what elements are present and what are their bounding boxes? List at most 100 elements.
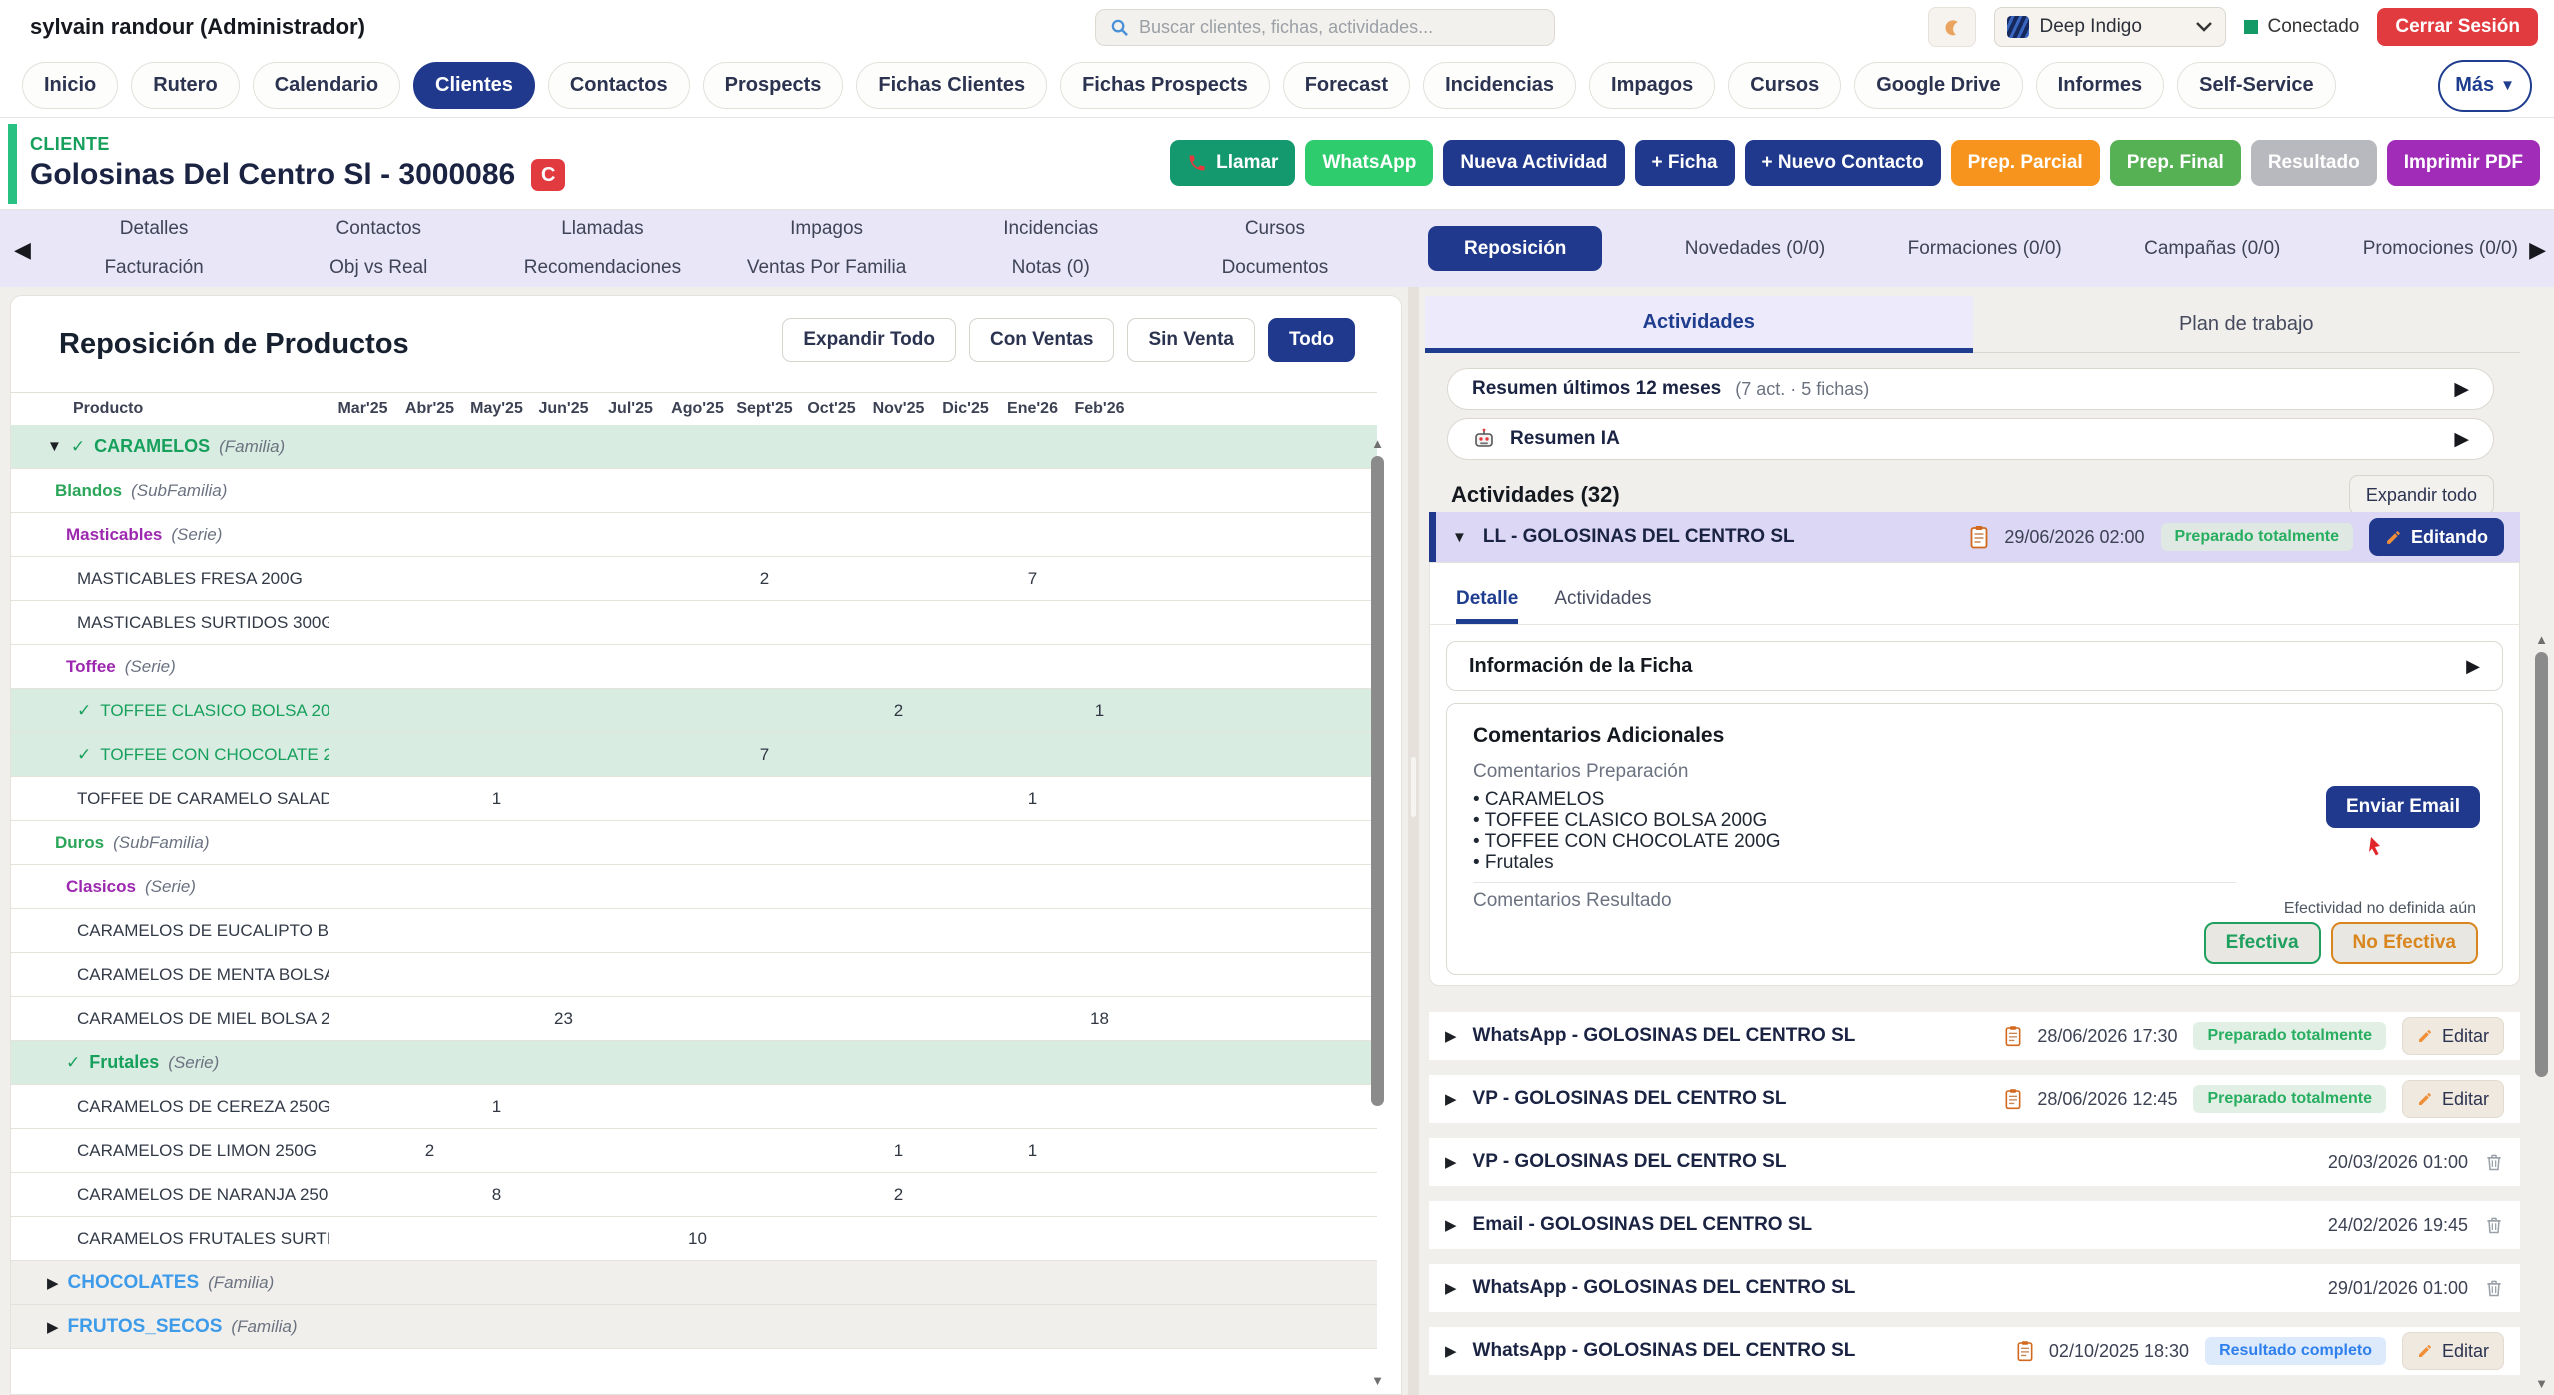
table-row-toffee[interactable]: Toffee(Serie) [11, 645, 1377, 689]
scroll-right-icon[interactable]: ▶ [2529, 237, 2546, 263]
edit-button[interactable]: Editar [2402, 1080, 2504, 1118]
nav-item-impagos[interactable]: Impagos [1589, 62, 1715, 109]
table-row-masticables[interactable]: Masticables(Serie) [11, 513, 1377, 557]
table-row-masticables-fresa-200g[interactable]: MASTICABLES FRESA 200G27 [11, 557, 1377, 601]
collapse-arrow-icon[interactable]: ▼ [47, 438, 62, 455]
send-email-button[interactable]: Enviar Email [2326, 786, 2480, 828]
table-row-frutales[interactable]: ✓Frutales(Serie) [11, 1041, 1377, 1085]
nav-item-cursos[interactable]: Cursos [1728, 62, 1841, 109]
panel-divider[interactable] [1408, 287, 1419, 1395]
client-tab-impagos[interactable]: Impagos [790, 218, 863, 240]
table-scrollbar[interactable]: ▲ ▼ [1370, 436, 1385, 1388]
table-row-caramelos[interactable]: ▼✓CARAMELOS(Familia) [11, 425, 1377, 469]
table-row-caramelos-frutales-surtid[interactable]: CARAMELOS FRUTALES SURTID...10 [11, 1217, 1377, 1261]
nav-item-inicio[interactable]: Inicio [22, 62, 118, 109]
filter-sin-venta[interactable]: Sin Venta [1127, 318, 1255, 362]
table-row-chocolates[interactable]: ▶CHOCOLATES(Familia) [11, 1261, 1377, 1305]
client-tab-obj-vs-real[interactable]: Obj vs Real [329, 257, 427, 279]
nav-item-google-drive[interactable]: Google Drive [1854, 62, 2022, 109]
client-tab-recomendaciones[interactable]: Recomendaciones [524, 257, 681, 279]
prep-final-button[interactable]: Prep. Final [2110, 140, 2241, 186]
editing-button[interactable]: Editando [2369, 518, 2504, 556]
nav-item-prospects[interactable]: Prospects [703, 62, 844, 109]
scroll-down-icon[interactable]: ▼ [2534, 1376, 2549, 1391]
table-row-toffee-clasico-bolsa-200g[interactable]: ✓TOFFEE CLASICO BOLSA 200G21 [11, 689, 1377, 733]
nav-item-calendario[interactable]: Calendario [253, 62, 400, 109]
global-search[interactable] [1095, 9, 1555, 46]
edit-button[interactable]: Editar [2402, 1017, 2504, 1055]
expand-arrow-icon[interactable]: ▶ [2454, 428, 2469, 451]
table-row-toffee-con-chocolate-20[interactable]: ✓TOFFEE CON CHOCOLATE 20...7 [11, 733, 1377, 777]
table-row-caramelos-de-cereza-250g[interactable]: CARAMELOS DE CEREZA 250G1 [11, 1085, 1377, 1129]
expand-arrow-icon[interactable]: ▶ [47, 1318, 59, 1336]
activity-tab-promociones-0-0[interactable]: Promociones (0/0) [2363, 238, 2518, 260]
detail-tab-detalle[interactable]: Detalle [1456, 588, 1518, 624]
client-tab-contactos[interactable]: Contactos [335, 218, 421, 240]
logout-button[interactable]: Cerrar Sesión [2377, 8, 2538, 46]
summary-ia[interactable]: Resumen IA ▶ [1447, 418, 2494, 460]
trash-icon[interactable] [2484, 1214, 2504, 1236]
expand-arrow-icon[interactable]: ▶ [1445, 1153, 1457, 1171]
nav-item-rutero[interactable]: Rutero [131, 62, 239, 109]
nav-item-forecast[interactable]: Forecast [1283, 62, 1410, 109]
scroll-up-icon[interactable]: ▲ [2534, 632, 2549, 647]
prep-parcial-button[interactable]: Prep. Parcial [1951, 140, 2100, 186]
collapse-arrow-icon[interactable]: ▼ [1452, 529, 1467, 546]
client-tab-detalles[interactable]: Detalles [120, 218, 189, 240]
divider-grip[interactable] [1411, 757, 1416, 817]
not-effective-button[interactable]: No Efectiva [2331, 922, 2478, 964]
client-tab-ventas-por-familia[interactable]: Ventas Por Familia [747, 257, 906, 279]
table-row-duros[interactable]: Duros(SubFamilia) [11, 821, 1377, 865]
expand-arrow-icon[interactable]: ▶ [47, 1274, 59, 1292]
nuevo-contacto-button[interactable]: + Nuevo Contacto [1745, 140, 1941, 186]
whatsapp-button[interactable]: WhatsApp [1305, 140, 1433, 186]
filter-con-ventas[interactable]: Con Ventas [969, 318, 1114, 362]
table-row-caramelos-de-naranja-250g[interactable]: CARAMELOS DE NARANJA 250G82 [11, 1173, 1377, 1217]
client-tab-notas-0[interactable]: Notas (0) [1012, 257, 1090, 279]
search-input[interactable] [1139, 17, 1540, 38]
activity-tab-novedades-0-0[interactable]: Novedades (0/0) [1685, 238, 1825, 260]
table-row-caramelos-de-limon-250g[interactable]: CARAMELOS DE LIMON 250G211 [11, 1129, 1377, 1173]
theme-select[interactable]: Deep Indigo [1994, 7, 2226, 47]
scroll-left-icon[interactable]: ◀ [14, 237, 31, 263]
expand-all-button[interactable]: Expandir todo [2349, 475, 2494, 515]
expand-arrow-icon[interactable]: ▶ [2454, 378, 2469, 401]
llamar-button[interactable]: Llamar [1170, 140, 1295, 186]
activity-row[interactable]: ▶VP - GOLOSINAS DEL CENTRO SL28/06/2026 … [1429, 1075, 2520, 1123]
expanded-activity-row[interactable]: ▼ LL - GOLOSINAS DEL CENTRO SL 29/06/202… [1429, 512, 2520, 562]
client-tab-incidencias[interactable]: Incidencias [1003, 218, 1098, 240]
nav-item-incidencias[interactable]: Incidencias [1423, 62, 1576, 109]
resultado-button[interactable]: Resultado [2251, 140, 2377, 186]
table-row-caramelos-de-eucalipto-bo[interactable]: CARAMELOS DE EUCALIPTO BO... [11, 909, 1377, 953]
table-row-toffee-de-caramelo-salad[interactable]: TOFFEE DE CARAMELO SALAD...11 [11, 777, 1377, 821]
detail-tab-actividades[interactable]: Actividades [1554, 588, 1651, 624]
panel-tab-actividades[interactable]: Actividades [1425, 296, 1973, 353]
scroll-down-icon[interactable]: ▼ [1370, 1373, 1385, 1388]
dark-mode-toggle[interactable] [1928, 7, 1976, 47]
activity-row[interactable]: ▶WhatsApp - GOLOSINAS DEL CENTRO SL28/06… [1429, 1012, 2520, 1060]
expand-arrow-icon[interactable]: ▶ [2466, 656, 2480, 677]
panel-tab-plan-de-trabajo[interactable]: Plan de trabajo [1973, 296, 2521, 353]
more-menu-button[interactable]: Más ▼ [2438, 60, 2532, 112]
client-tab-documentos[interactable]: Documentos [1222, 257, 1329, 279]
ficha-button[interactable]: + Ficha [1635, 140, 1735, 186]
table-row-clasicos[interactable]: Clasicos(Serie) [11, 865, 1377, 909]
nav-item-self-service[interactable]: Self-Service [2177, 62, 2336, 109]
activity-row[interactable]: ▶WhatsApp - GOLOSINAS DEL CENTRO SL02/10… [1429, 1327, 2520, 1375]
imprimir-pdf-button[interactable]: Imprimir PDF [2387, 140, 2540, 186]
activity-tab-formaciones-0-0[interactable]: Formaciones (0/0) [1908, 238, 2062, 260]
expand-arrow-icon[interactable]: ▶ [1445, 1279, 1457, 1297]
summary-12-months[interactable]: Resumen últimos 12 meses (7 act. · 5 fic… [1447, 368, 2494, 410]
activity-tab-campañas-0-0[interactable]: Campañas (0/0) [2144, 238, 2280, 260]
panel-scrollbar[interactable]: ▲ ▼ [2534, 632, 2549, 1391]
trash-icon[interactable] [2484, 1151, 2504, 1173]
client-tab-cursos[interactable]: Cursos [1245, 218, 1305, 240]
nav-item-fichas-clientes[interactable]: Fichas Clientes [856, 62, 1047, 109]
trash-icon[interactable] [2484, 1277, 2504, 1299]
filter-todo[interactable]: Todo [1268, 318, 1355, 362]
activity-row[interactable]: ▶Email - GOLOSINAS DEL CENTRO SL24/02/20… [1429, 1201, 2520, 1249]
activity-tab-reposición[interactable]: Reposición [1428, 226, 1602, 271]
filter-expandir-todo[interactable]: Expandir Todo [782, 318, 956, 362]
table-row-blandos[interactable]: Blandos(SubFamilia) [11, 469, 1377, 513]
table-row-caramelos-de-miel-bolsa-25[interactable]: CARAMELOS DE MIEL BOLSA 25...2318 [11, 997, 1377, 1041]
